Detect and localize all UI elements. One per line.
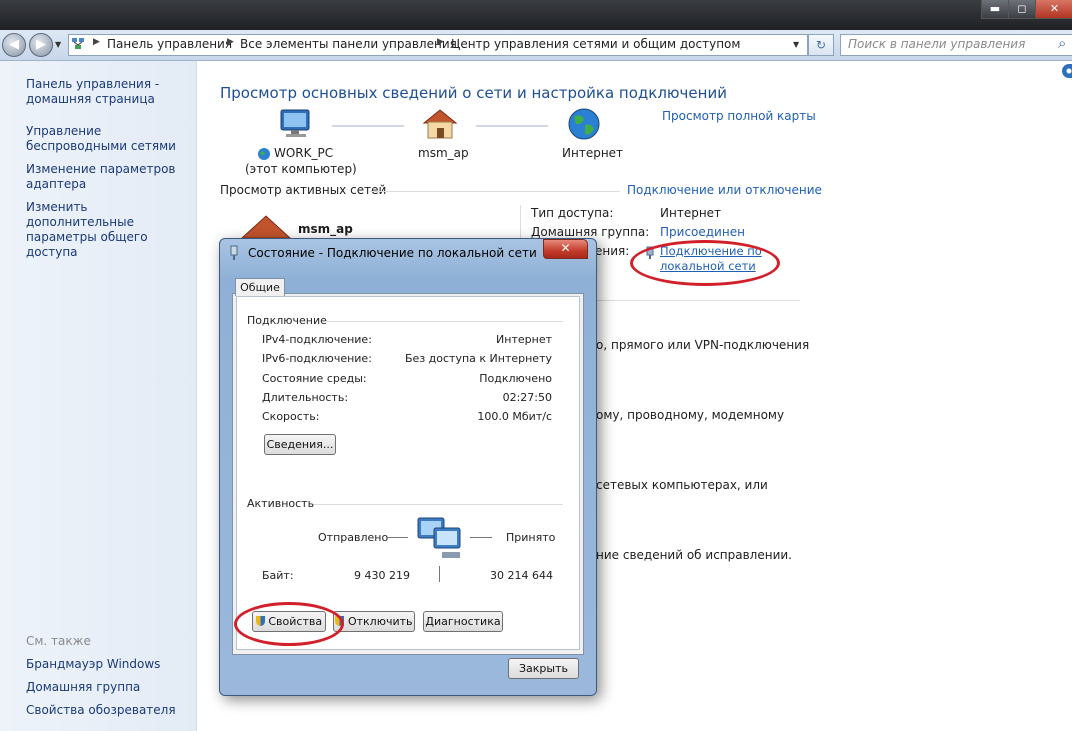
breadcrumb-control-panel[interactable]: Панель управления — [107, 37, 232, 51]
network-activity-icon — [417, 517, 461, 558]
breadcrumb-separator-icon: ▶ — [93, 37, 100, 47]
connect-disconnect-link[interactable]: Подключение или отключение — [627, 183, 822, 197]
lan-status-icon — [230, 245, 238, 260]
dialog-close-button[interactable]: ✕ — [543, 239, 588, 259]
media-state-label: Состояние среды: — [262, 372, 367, 385]
globe-icon — [568, 108, 600, 140]
house-network-icon — [422, 109, 458, 139]
tab-panel-general — [236, 296, 580, 650]
group-divider — [325, 321, 563, 322]
red-annotation-oval — [630, 240, 780, 286]
active-networks-title: Просмотр активных сетей — [220, 183, 387, 197]
address-dropdown-icon[interactable]: ▼ — [793, 40, 799, 49]
received-line — [470, 537, 492, 538]
bytes-divider — [439, 566, 440, 582]
ipv4-value: Интернет — [496, 333, 552, 346]
dialog-title: Состояние - Подключение по локальной сет… — [248, 246, 537, 260]
bytes-label: Байт: — [262, 569, 294, 582]
close-window-button[interactable]: ✕ — [1035, 0, 1072, 19]
duration-label: Длительность: — [262, 391, 349, 404]
full-map-link[interactable]: Просмотр полной карты — [662, 109, 816, 123]
internet-label: Интернет — [562, 146, 624, 160]
connect-to-network-text: ому, проводному, модемному — [596, 408, 785, 422]
firewall-link[interactable]: Брандмауэр Windows — [26, 657, 160, 672]
search-icon[interactable]: ⌕ — [1058, 34, 1066, 52]
ipv6-value: Без доступа к Интернету — [405, 352, 552, 365]
ipv4-label: IPv4-подключение: — [262, 333, 372, 346]
breadcrumb-separator-icon: ▶ — [227, 37, 234, 47]
computer-name: WORK_PC — [274, 146, 334, 160]
tab-general[interactable]: Общие — [235, 278, 285, 296]
computer-sublabel: (этот компьютер) — [245, 162, 357, 176]
see-also-title: См. также — [26, 634, 91, 648]
connection-group-title: Подключение — [247, 314, 327, 327]
sent-line — [386, 537, 408, 538]
breadcrumb-separator-icon: ▶ — [437, 37, 444, 47]
help-icon[interactable] — [1062, 64, 1072, 78]
speed-value: 100.0 Мбит/с — [477, 410, 552, 423]
breadcrumb-network-center[interactable]: Центр управления сетями и общим доступом — [451, 37, 740, 51]
received-label: Принято — [506, 531, 556, 544]
sharing-settings-link[interactable]: Изменить дополнительные параметры общего… — [26, 200, 194, 260]
connections-label: ения: — [595, 244, 630, 258]
minimize-button[interactable]: ▬ — [981, 0, 1009, 19]
active-network-name: msm_ap — [298, 222, 353, 236]
adapter-settings-link[interactable]: Изменение параметров адаптера — [26, 162, 194, 192]
refresh-button[interactable]: ↻ — [808, 34, 834, 56]
homegroup-label: Домашняя группа: — [531, 225, 650, 239]
ipv6-label: IPv6-подключение: — [262, 352, 372, 365]
network-name: msm_ap — [418, 146, 469, 160]
section-divider — [596, 300, 800, 301]
map-link-line — [476, 125, 548, 127]
group-divider — [314, 504, 563, 505]
diagnose-button[interactable]: Диагностика — [423, 611, 503, 632]
red-annotation-oval — [234, 602, 344, 646]
duration-value: 02:27:50 — [502, 391, 552, 404]
homegroup-value-link[interactable]: Присоединен — [660, 225, 745, 239]
setup-connection-text: о, прямого или VPN-подключения — [596, 338, 810, 352]
access-type-label: Тип доступа: — [531, 206, 614, 220]
details-button[interactable]: Сведения... — [264, 434, 336, 455]
page-title: Просмотр основных сведений о сети и наст… — [220, 84, 727, 102]
network-globe-small-icon — [258, 148, 270, 160]
troubleshoot-text: ние сведений об исправлении. — [596, 548, 792, 562]
back-button[interactable]: ◀ — [2, 33, 26, 57]
disable-button-label: Отключить — [347, 615, 413, 628]
forward-button[interactable]: ▶ — [29, 33, 53, 57]
window-titlebar — [0, 0, 1072, 30]
bytes-received-value: 30 214 644 — [490, 569, 553, 582]
homegroup-sharing-text: сетевых компьютерах, или — [596, 478, 768, 492]
bytes-sent-value: 9 430 219 — [354, 569, 410, 582]
network-center-icon — [72, 38, 84, 49]
close-button[interactable]: Закрыть — [508, 658, 579, 679]
maximize-button[interactable]: ◻ — [1008, 0, 1036, 19]
section-divider — [370, 191, 620, 192]
map-link-line — [332, 125, 404, 127]
internet-options-link[interactable]: Свойства обозревателя — [26, 703, 176, 718]
manage-wireless-link[interactable]: Управление беспроводными сетями — [26, 124, 194, 154]
activity-group-title: Активность — [247, 497, 315, 510]
search-placeholder: Поиск в панели управления — [848, 37, 1026, 51]
computer-icon — [280, 109, 310, 137]
sent-label: Отправлено — [318, 531, 389, 544]
recent-pages-chevron-icon[interactable]: ▼ — [55, 40, 61, 49]
access-type-value: Интернет — [660, 206, 722, 220]
breadcrumb-all-items[interactable]: Все элементы панели управления — [240, 37, 457, 51]
control-panel-home-link[interactable]: Панель управления - домашняя страница — [26, 77, 194, 107]
speed-label: Скорость: — [262, 410, 320, 423]
homegroup-link[interactable]: Домашняя группа — [26, 680, 140, 695]
disable-button[interactable]: Отключить — [333, 611, 415, 632]
media-state-value: Подключено — [479, 372, 552, 385]
active-network-house-icon — [240, 215, 292, 239]
